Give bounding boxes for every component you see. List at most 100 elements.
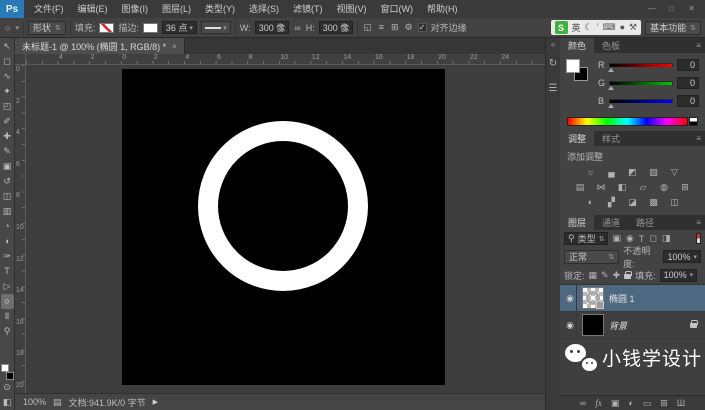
document-canvas[interactable]: [122, 69, 445, 385]
path-operations-icon[interactable]: ◱: [362, 22, 373, 33]
vibrance-icon[interactable]: ▽: [668, 167, 681, 178]
hand-tool[interactable]: ʬ: [1, 309, 14, 324]
channel-mixer-icon[interactable]: ◍: [658, 182, 671, 193]
layer-style-icon[interactable]: fx: [595, 398, 602, 408]
canvas-pasteboard[interactable]: [26, 65, 545, 393]
tab-styles[interactable]: 样式: [594, 131, 628, 146]
layer-name[interactable]: 背景: [609, 319, 627, 332]
lock-position-icon[interactable]: ✚: [613, 270, 621, 281]
panel-menu-icon[interactable]: ≡: [696, 134, 705, 143]
ime-moon-icon[interactable]: ☾: [585, 22, 593, 33]
channel-value-field[interactable]: 0: [677, 95, 699, 107]
black-white-ramp-end[interactable]: [689, 117, 698, 126]
zoom-level-field[interactable]: 100%: [23, 397, 46, 407]
ime-color-icon[interactable]: ●: [620, 22, 625, 33]
tab-close-icon[interactable]: ×: [172, 42, 177, 51]
panel-menu-icon[interactable]: ≡: [696, 41, 705, 50]
foreground-color-swatch[interactable]: [1, 364, 9, 372]
shape-width-field[interactable]: 300 像: [255, 21, 290, 34]
move-tool[interactable]: ↖: [1, 39, 14, 54]
layer-name[interactable]: 椭圆 1: [609, 292, 635, 305]
ellipse-shape-tool[interactable]: ○: [1, 294, 14, 309]
filter-smart-icon[interactable]: ◨: [662, 233, 671, 244]
menu-item-1[interactable]: 编辑(E): [71, 0, 115, 18]
foreground-color-swatch[interactable]: [566, 59, 580, 73]
menu-item-0[interactable]: 文件(F): [27, 0, 71, 18]
white-circle-shape[interactable]: [198, 121, 368, 291]
marquee-tool[interactable]: ◻: [1, 54, 14, 69]
visibility-eye-icon[interactable]: ◉: [564, 285, 577, 311]
menu-item-3[interactable]: 图层(L): [155, 0, 198, 18]
lasso-tool[interactable]: ∿: [1, 69, 14, 84]
tab-layers[interactable]: 图层: [560, 215, 594, 230]
tab-swatches[interactable]: 色板: [594, 38, 628, 53]
pen-tool[interactable]: ✑: [1, 249, 14, 264]
gear-icon[interactable]: ⚙: [404, 22, 414, 33]
levels-icon[interactable]: ▄: [605, 167, 618, 178]
new-layer-icon[interactable]: ⊞: [660, 398, 668, 409]
threshold-icon[interactable]: ◪: [626, 197, 639, 208]
link-layers-icon[interactable]: ∞: [580, 398, 586, 408]
menu-item-8[interactable]: 窗口(W): [374, 0, 421, 18]
tool-mode-select[interactable]: 形状 ⇅: [28, 21, 66, 35]
channel-slider[interactable]: [609, 81, 673, 85]
layer-thumbnail[interactable]: [582, 314, 604, 336]
opacity-field[interactable]: 100% ▾: [663, 250, 701, 263]
layer-group-icon[interactable]: ▭: [643, 398, 652, 409]
eyedropper-tool[interactable]: ✐: [1, 114, 14, 129]
expand-panels-icon[interactable]: «: [551, 40, 555, 49]
color-swatch-pair[interactable]: [566, 59, 590, 85]
tool-preset-icon[interactable]: ○: [4, 23, 11, 33]
history-panel-icon[interactable]: ↻: [549, 58, 557, 69]
fill-field[interactable]: 100% ▾: [660, 269, 698, 282]
stroke-width-field[interactable]: 36 点 ▾: [162, 21, 197, 34]
properties-panel-icon[interactable]: ☰: [549, 83, 558, 94]
panel-menu-icon[interactable]: ≡: [696, 218, 705, 227]
ime-wrench-icon[interactable]: ⚒: [629, 22, 637, 33]
shape-height-field[interactable]: 300 像: [319, 21, 354, 34]
ime-punct-icon[interactable]: ’: [597, 22, 599, 33]
selective-color-icon[interactable]: ◫: [668, 197, 681, 208]
adjustment-layer-icon[interactable]: ◐: [628, 398, 633, 408]
menu-item-6[interactable]: 滤镜(T): [286, 0, 330, 18]
path-arrange-icon[interactable]: ⊞: [390, 22, 400, 33]
color-balance-icon[interactable]: ⋈: [595, 182, 608, 193]
stroke-style-select[interactable]: ▾: [201, 21, 231, 34]
slider-marker-icon[interactable]: [608, 68, 614, 72]
background-color-swatch[interactable]: [6, 372, 14, 380]
maximize-button[interactable]: □: [663, 2, 680, 16]
slider-marker-icon[interactable]: [608, 86, 614, 90]
history-brush-tool[interactable]: ↺: [1, 174, 14, 189]
black-white-icon[interactable]: ◧: [616, 182, 629, 193]
delete-layer-icon[interactable]: Ш: [677, 398, 685, 408]
fill-swatch-none[interactable]: [99, 23, 114, 33]
tab-paths[interactable]: 路径: [628, 215, 662, 230]
lock-all-icon[interactable]: [624, 274, 631, 279]
menu-item-2[interactable]: 图像(I): [115, 0, 156, 18]
layer-filter-select[interactable]: ⚲ 类型 ⇅: [564, 232, 608, 245]
photo-filter-icon[interactable]: ▱: [637, 182, 650, 193]
crop-tool[interactable]: ◰: [1, 99, 14, 114]
curves-icon[interactable]: ◩: [626, 167, 639, 178]
path-align-icon[interactable]: ≡: [378, 22, 385, 33]
color-spectrum-ramp[interactable]: [567, 117, 688, 126]
tab-adjustments[interactable]: 调整: [560, 131, 594, 146]
hue-saturation-icon[interactable]: ▤: [574, 182, 587, 193]
minimize-button[interactable]: —: [643, 2, 660, 16]
tool-preset-dropdown-icon[interactable]: ▾: [15, 24, 19, 32]
filter-pixel-icon[interactable]: ▣: [612, 233, 621, 244]
quick-mask-icon[interactable]: ⊙: [1, 380, 14, 395]
document-tab[interactable]: 未标题-1 @ 100% (椭圆 1, RGB/8) * ×: [15, 38, 185, 54]
status-arrow-icon[interactable]: ▶: [153, 398, 158, 406]
workspace-select[interactable]: 基本功能 ⇅: [645, 21, 701, 35]
foreground-background-swatches[interactable]: [1, 364, 14, 380]
sogou-input-icon[interactable]: S: [555, 21, 568, 34]
zoom-tool[interactable]: ⚲: [1, 324, 14, 339]
filter-adjustment-icon[interactable]: ◉: [626, 233, 634, 244]
ime-language-toggle[interactable]: 英: [572, 21, 581, 34]
blend-mode-select[interactable]: 正常 ⇅: [564, 250, 619, 264]
color-lookup-icon[interactable]: ⊞: [679, 182, 692, 193]
tab-color[interactable]: 颜色: [560, 38, 594, 53]
layer-mask-icon[interactable]: ▣: [611, 398, 620, 409]
close-button[interactable]: ✕: [683, 2, 700, 16]
